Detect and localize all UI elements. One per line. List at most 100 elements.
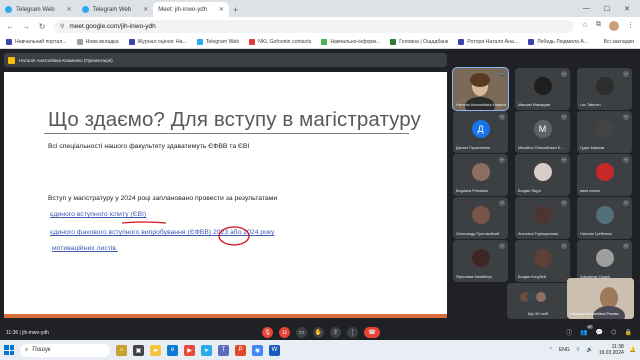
taskbar-search[interactable]: ⌕ Пошук — [20, 343, 110, 357]
slide-link-evi[interactable]: єдиного вступного іспиту (ЄВІ) — [50, 211, 146, 218]
bookmark-star-icon[interactable]: ☆ — [582, 21, 588, 31]
extensions-icon[interactable]: ⧉ — [596, 21, 601, 31]
participant-tile[interactable]: ⋯ Гудзь Максим — [577, 111, 632, 153]
clock[interactable]: 11:38 19.03.2024 — [599, 344, 624, 356]
participant-name: Наталія Анатоліївна Клименко — [456, 103, 506, 107]
url-input[interactable]: ⚲ meet.google.com/jih-inwo-ydh — [54, 19, 574, 33]
language-indicator[interactable]: ENG — [559, 347, 570, 353]
bookmark-item[interactable]: Лебедь Людмила А... — [528, 38, 588, 45]
participant-name: Антоніна Терещенкова — [518, 232, 559, 236]
bookmark-item[interactable]: NKL Gofoonin contacts — [249, 38, 311, 45]
present-icon[interactable]: ⇪ — [330, 327, 341, 338]
more-options-icon[interactable]: ⋮ — [347, 327, 358, 338]
control-buttons: 🎙 ◘ ▭ ✋ ⇪ ⋮ ☎ — [262, 327, 380, 338]
new-tab-icon[interactable]: + — [233, 5, 238, 15]
participant-tile[interactable]: ⋯ Volodymyr Obukh — [577, 240, 632, 282]
edge-icon[interactable]: e — [167, 344, 178, 356]
maximize-icon[interactable]: ☐ — [604, 5, 610, 13]
telegram-icon — [81, 6, 89, 13]
powerpoint-icon[interactable]: P — [235, 344, 246, 356]
mic-off-icon[interactable]: 🎙 — [262, 327, 273, 338]
close-icon[interactable]: ✕ — [219, 6, 224, 13]
tab-meet[interactable]: Meet: jih-inwo-ydh ✕ — [153, 2, 229, 58]
avatar — [595, 163, 614, 182]
bookmark-item[interactable]: Навчально-інформ... — [321, 38, 380, 45]
participant-tile[interactable]: ⋯ Антоніна Терещенкова — [515, 197, 570, 239]
bookmark-favicon-icon — [321, 38, 328, 45]
bookmark-item[interactable]: Навчальний портал... — [6, 38, 67, 45]
clock-date: 19.03.2024 — [598, 350, 624, 356]
participant-tile[interactable]: ⋯ ваня попов — [577, 154, 632, 196]
wifi-icon[interactable]: ⌔ — [576, 347, 581, 353]
muted-mic-icon: ⋯ — [561, 114, 567, 120]
participant-tile[interactable]: ⋯ Bogdana Petrasiuk — [453, 154, 508, 196]
close-window-icon[interactable]: ✕ — [624, 5, 630, 13]
avatar — [595, 77, 614, 96]
camera-off-icon[interactable]: ◘ — [279, 327, 290, 338]
site-info-icon[interactable]: ⚲ — [60, 23, 64, 30]
participant-name: Гудзь Максим — [580, 146, 605, 150]
windows-start-icon[interactable] — [4, 345, 14, 355]
word-icon[interactable]: W — [269, 344, 280, 356]
app-icon[interactable]: ▶ — [184, 344, 195, 356]
weather-icon[interactable]: ☼ — [116, 344, 127, 356]
bookmark-item[interactable]: Ротора Наталя Ана... — [458, 38, 518, 45]
bookmark-item[interactable]: Нова вкладка — [76, 38, 119, 45]
slide-link-letters[interactable]: мотиваційних листів. — [52, 245, 118, 252]
muted-mic-icon: ⋯ — [561, 157, 567, 163]
people-icon[interactable]: 👥 47 — [580, 325, 593, 336]
volume-icon[interactable]: 🔊 — [587, 347, 593, 353]
profile-avatar[interactable] — [609, 21, 619, 31]
minimize-icon[interactable]: — — [583, 5, 590, 13]
file-explorer-icon[interactable]: ▰ — [150, 344, 161, 356]
bookmark-favicon-icon — [128, 38, 135, 45]
address-bar: ← → ↻ ⚲ meet.google.com/jih-inwo-ydh ☆ ⧉… — [0, 17, 640, 35]
slide-link-efvv[interactable]: єдиного фахового вступного випробування … — [50, 229, 274, 236]
participant-tile[interactable]: ⋯ Богдан Ящук — [515, 154, 570, 196]
close-icon[interactable]: ✕ — [143, 6, 148, 13]
participant-name: Ярослава Матвійчук — [456, 275, 492, 279]
captions-icon[interactable]: ▭ — [296, 327, 307, 338]
participant-tile[interactable]: ⋯ Олександр Пустовойний — [453, 197, 508, 239]
others-label: Ще 30 осіб — [527, 311, 549, 316]
participant-tile[interactable]: ⋯ Богдан Кочубей — [515, 240, 570, 282]
back-icon[interactable]: ← — [6, 22, 14, 31]
teams-icon[interactable]: T — [218, 344, 229, 356]
participant-tile[interactable]: ⋯ Максим Макаруків — [515, 68, 570, 110]
hang-up-button[interactable]: ☎ — [364, 327, 380, 338]
participant-tile[interactable]: ⋯ Наталія Гребенюк — [577, 197, 632, 239]
tab-telegram-1[interactable]: Telegram Web ✕ — [0, 2, 77, 17]
close-icon[interactable]: ✕ — [67, 6, 72, 13]
reload-icon[interactable]: ↻ — [38, 22, 46, 31]
others-tile[interactable]: Ще 30 осіб — [507, 283, 569, 319]
chrome-icon[interactable]: ◉ — [252, 344, 263, 356]
info-icon[interactable]: ⓘ — [566, 328, 572, 337]
self-view-tile[interactable]: Наталія Анатоліївна Рогова — [567, 278, 634, 319]
activities-icon[interactable]: ⬡ — [611, 329, 616, 336]
bookmark-favicon-icon — [528, 38, 535, 45]
slide-subtitle: Всі спеціальності нашого факультету здав… — [48, 143, 250, 150]
bookmark-item[interactable]: Telegram Web — [196, 38, 239, 45]
raise-hand-icon[interactable]: ✋ — [313, 327, 324, 338]
chat-icon[interactable]: 💬 — [596, 329, 603, 336]
participant-name: Наталія Гребенюк — [580, 232, 612, 236]
task-view-icon[interactable]: ▣ — [133, 344, 144, 356]
notifications-icon[interactable]: 🔔 — [630, 347, 636, 353]
forward-icon[interactable]: → — [22, 22, 30, 31]
all-bookmarks[interactable]: Всі закладки — [604, 39, 634, 45]
bookmark-item[interactable]: Головна | Ощадбанк — [390, 38, 448, 45]
participant-tile[interactable]: М ⋯ Михайло Олексійович Б... — [515, 111, 570, 153]
telegram-taskbar-icon[interactable]: ➤ — [201, 344, 212, 356]
participant-name: Богдан Ящук — [518, 189, 541, 193]
tray-chevron-icon[interactable]: ⌃ — [549, 347, 553, 353]
participant-name: Bogdana Petrasiuk — [456, 189, 489, 193]
slide-footer-bar — [4, 314, 447, 318]
tab-telegram-2[interactable]: Telegram Web ✕ — [77, 2, 154, 17]
host-controls-icon[interactable]: 🔒 — [625, 329, 632, 336]
participant-tile[interactable]: ⋯ Наталія Анатоліївна Клименко — [452, 67, 509, 111]
participant-tile[interactable]: ⋯ Lev Tattman — [577, 68, 632, 110]
menu-icon[interactable]: ⋮ — [627, 21, 634, 31]
bookmark-item[interactable]: Журнал оцінок: На... — [128, 38, 187, 45]
participant-tile[interactable]: ⋯ Ярослава Матвійчук — [453, 240, 508, 282]
participant-tile[interactable]: Д ⋯ Даниіл Прокопенко — [453, 111, 508, 153]
